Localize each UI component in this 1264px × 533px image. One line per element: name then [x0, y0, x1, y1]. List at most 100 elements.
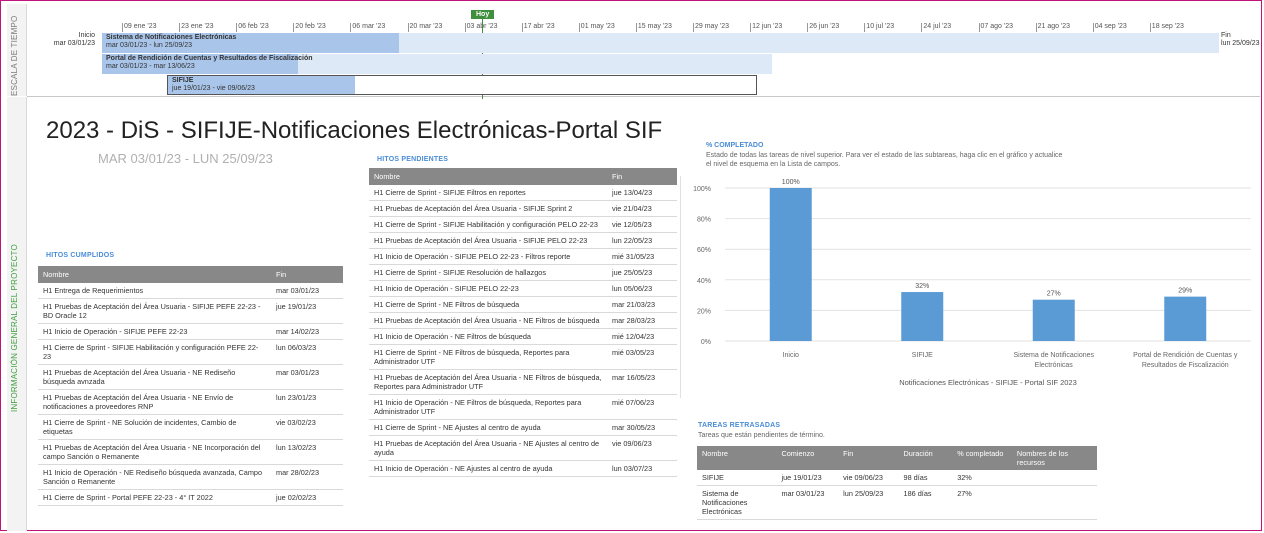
- hito-cumplido-row[interactable]: H1 Cierre de Sprint - NE Solución de inc…: [38, 414, 343, 440]
- hito-cumplido-row-cell: H1 Cierre de Sprint - NE Solución de inc…: [38, 414, 271, 440]
- hito-pendiente-row[interactable]: H1 Inicio de Operación - SIFIJE PELO 22-…: [369, 280, 677, 297]
- bar[interactable]: [901, 292, 944, 341]
- tareas-retrasadas-header[interactable]: % completado: [952, 446, 1012, 470]
- hito-pendiente-row[interactable]: H1 Pruebas de Aceptación del Área Usuari…: [369, 232, 677, 249]
- timeline-tick: 10 jul '23: [864, 23, 895, 32]
- x-axis-title: Notificaciones Electrónicas - SIFIJE - P…: [899, 378, 1077, 387]
- hito-pendiente-row-cell: vie 21/04/23: [607, 200, 677, 217]
- hitos-cumplidos-table[interactable]: Nombre Fin H1 Entrega de Requerimientos m…: [38, 266, 343, 506]
- hito-cumplido-row[interactable]: H1 Pruebas de Aceptación del Área Usuari…: [38, 389, 343, 415]
- hito-pendiente-row[interactable]: H1 Pruebas de Aceptación del Área Usuari…: [369, 312, 677, 329]
- hito-pendiente-row-cell: jue 13/04/23: [607, 185, 677, 201]
- hito-pendiente-row[interactable]: H1 Cierre de Sprint - SIFIJE Habilitació…: [369, 216, 677, 233]
- tarea-retrasada-row[interactable]: Sistema de Notificaciones Electrónicas ma…: [697, 485, 1097, 520]
- hito-cumplido-row-cell: H1 Pruebas de Aceptación del Área Usuari…: [38, 298, 271, 324]
- col-nombre[interactable]: Nombre: [369, 168, 607, 185]
- hito-pendiente-row-cell: mar 28/03/23: [607, 312, 677, 329]
- hito-pendiente-row-cell: H1 Pruebas de Aceptación del Área Usuari…: [369, 312, 607, 329]
- col-nombre[interactable]: Nombre: [38, 266, 271, 283]
- timeline-bar-sifije-name: SIFIJE: [172, 77, 194, 84]
- y-tick-label: 60%: [697, 247, 711, 254]
- hito-pendiente-row[interactable]: H1 Cierre de Sprint - SIFIJE Filtros en …: [369, 185, 677, 201]
- bar-value-label: 29%: [1178, 288, 1192, 295]
- timeline-tick: 18 sep '23: [1149, 23, 1184, 32]
- hito-cumplido-row-cell: H1 Pruebas de Aceptación del Área Usuari…: [38, 389, 271, 415]
- hito-cumplido-row[interactable]: H1 Pruebas de Aceptación del Área Usuari…: [38, 298, 343, 324]
- bar[interactable]: [769, 188, 812, 341]
- tarea-retrasada-row[interactable]: SIFIJE jue 19/01/23 vie 09/06/23 98 días 32%: [697, 470, 1097, 486]
- hito-pendiente-row[interactable]: H1 Cierre de Sprint - NE Filtros de búsq…: [369, 344, 677, 370]
- timeline-bar-sifije-dates: jue 19/01/23 - vie 09/06/23: [172, 85, 255, 92]
- hito-pendiente-row[interactable]: H1 Cierre de Sprint - NE Ajustes al cent…: [369, 419, 677, 436]
- hito-pendiente-row-cell: mar 16/05/23: [607, 369, 677, 395]
- timeline-tick: 20 mar '23: [407, 23, 443, 32]
- tareas-retrasadas-header[interactable]: Duración: [898, 446, 953, 470]
- timeline-bar-sne-name: Sistema de Notificaciones Electrónicas: [106, 34, 237, 41]
- bar-value-label: 100%: [782, 179, 800, 186]
- hito-pendiente-row[interactable]: H1 Inicio de Operación - NE Filtros de b…: [369, 328, 677, 345]
- x-category-label: Inicio: [783, 352, 799, 359]
- tarea-retrasada-row-cell: 32%: [952, 470, 1012, 486]
- hito-pendiente-row-cell: H1 Cierre de Sprint - NE Filtros de búsq…: [369, 344, 607, 370]
- hitos-pendientes-table[interactable]: Nombre Fin H1 Cierre de Sprint - SIFIJE …: [369, 168, 677, 477]
- hito-pendiente-row[interactable]: H1 Inicio de Operación - NE Ajustes al c…: [369, 460, 677, 477]
- col-fin[interactable]: Fin: [607, 168, 677, 185]
- bar[interactable]: [1164, 296, 1207, 341]
- y-tick-label: 0%: [701, 339, 711, 346]
- hito-pendiente-row-cell: H1 Pruebas de Aceptación del Área Usuari…: [369, 200, 607, 217]
- hito-pendiente-row[interactable]: H1 Pruebas de Aceptación del Área Usuari…: [369, 435, 677, 461]
- completado-chart[interactable]: 0% 20% 40% 60% 80% 100% 100% Inicio 32% SIFIJE 27%…: [680, 176, 1261, 398]
- hito-pendiente-row-cell: mar 21/03/23: [607, 296, 677, 313]
- timeline-tick: 01 may '23: [578, 23, 615, 32]
- timeline-tick: 29 may '23: [692, 23, 730, 32]
- hito-cumplido-row[interactable]: H1 Cierre de Sprint - SIFIJE Habilitació…: [38, 339, 343, 365]
- timeline-end: Fin lun 25/09/23: [1221, 32, 1260, 48]
- tareas-retrasadas-header[interactable]: Comienzo: [776, 446, 839, 470]
- timeline-bar-sne-dates: mar 03/01/23 - lun 25/09/23: [106, 42, 193, 49]
- completado-desc: Estado de todas las tareas de nivel supe…: [706, 152, 1063, 168]
- hito-cumplido-row-cell: mar 03/01/23: [271, 283, 343, 299]
- timeline-tick: 06 feb '23: [236, 23, 269, 32]
- x-category-label: Portal de Rendición de Cuentas y Resultad…: [1133, 352, 1238, 369]
- timeline-bar-portal-name: Portal de Rendición de Cuentas y Resulta…: [106, 55, 313, 62]
- hito-cumplido-row[interactable]: H1 Inicio de Operación - NE Rediseño bús…: [38, 464, 343, 490]
- timeline-strip: ESCALA DE TIEMPO: [7, 4, 27, 96]
- today-marker: Hoy: [471, 10, 495, 19]
- hito-cumplido-row[interactable]: H1 Entrega de Requerimientos mar 03/01/23: [38, 283, 343, 299]
- bar[interactable]: [1032, 299, 1075, 341]
- hito-pendiente-row[interactable]: H1 Pruebas de Aceptación del Área Usuari…: [369, 369, 677, 395]
- hitos-cumplidos-label: HITOS CUMPLIDOS: [46, 252, 115, 259]
- col-fin[interactable]: Fin: [271, 266, 343, 283]
- hito-cumplido-row-cell: H1 Pruebas de Aceptación del Área Usuari…: [38, 364, 271, 390]
- timeline-bar-sne[interactable]: Sistema de Notificaciones Electrónicas m…: [102, 33, 1219, 53]
- hito-pendiente-row-cell: mar 30/05/23: [607, 419, 677, 436]
- tarea-retrasada-row-cell: 98 días: [898, 470, 953, 486]
- hito-pendiente-row[interactable]: H1 Cierre de Sprint - SIFIJE Resolución …: [369, 264, 677, 281]
- hito-pendiente-row-cell: H1 Cierre de Sprint - NE Filtros de búsq…: [369, 296, 607, 313]
- hito-cumplido-row[interactable]: H1 Pruebas de Aceptación del Área Usuari…: [38, 364, 343, 390]
- timeline-bar-sifije[interactable]: SIFIJE jue 19/01/23 - vie 09/06/23: [167, 75, 757, 95]
- hito-pendiente-row[interactable]: H1 Inicio de Operación - SIFIJE PELO 22-…: [369, 248, 677, 265]
- hito-cumplido-row[interactable]: H1 Inicio de Operación - SIFIJE PEFE 22-…: [38, 323, 343, 340]
- completado-chart-svg: 0% 20% 40% 60% 80% 100% 100% Inicio 32% SIFIJE 27%…: [693, 179, 1251, 387]
- tareas-retrasadas-header[interactable]: Fin: [838, 446, 899, 470]
- hito-pendiente-row-cell: mié 31/05/23: [607, 248, 677, 265]
- x-category-label: SIFIJE: [912, 352, 933, 359]
- timeline-bar-portal[interactable]: Portal de Rendición de Cuentas y Resulta…: [102, 54, 772, 74]
- hito-pendiente-row-cell: lun 05/06/23: [607, 280, 677, 297]
- hito-pendiente-row[interactable]: H1 Pruebas de Aceptación del Área Usuari…: [369, 200, 677, 217]
- hito-pendiente-row-cell: H1 Cierre de Sprint - SIFIJE Filtros en …: [369, 185, 607, 201]
- hito-pendiente-row[interactable]: H1 Inicio de Operación - NE Filtros de b…: [369, 394, 677, 420]
- tareas-retrasadas-header[interactable]: Nombres de los recursos: [1011, 446, 1097, 470]
- hito-cumplido-row-cell: jue 19/01/23: [271, 298, 343, 324]
- hito-pendiente-row[interactable]: H1 Cierre de Sprint - NE Filtros de búsq…: [369, 296, 677, 313]
- tareas-retrasadas-header[interactable]: Nombre: [697, 446, 777, 470]
- hito-cumplido-row-cell: H1 Inicio de Operación - SIFIJE PEFE 22-…: [38, 323, 271, 340]
- tareas-retrasadas-table[interactable]: Nombre Comienzo Fin Duración% completado Nom…: [697, 446, 1097, 520]
- hito-cumplido-row[interactable]: H1 Cierre de Sprint - Portal PEFE 22-23 …: [38, 489, 343, 506]
- hito-cumplido-row[interactable]: H1 Pruebas de Aceptación del Área Usuari…: [38, 439, 343, 465]
- timeline[interactable]: 09 ene '23 23 ene '23 06 feb '23 20 feb '23…: [27, 4, 1260, 99]
- bar-value-label: 27%: [1047, 291, 1061, 298]
- timeline-tick: 17 abr '23: [521, 23, 555, 32]
- hito-cumplido-row-cell: H1 Cierre de Sprint - Portal PEFE 22-23 …: [38, 489, 271, 506]
